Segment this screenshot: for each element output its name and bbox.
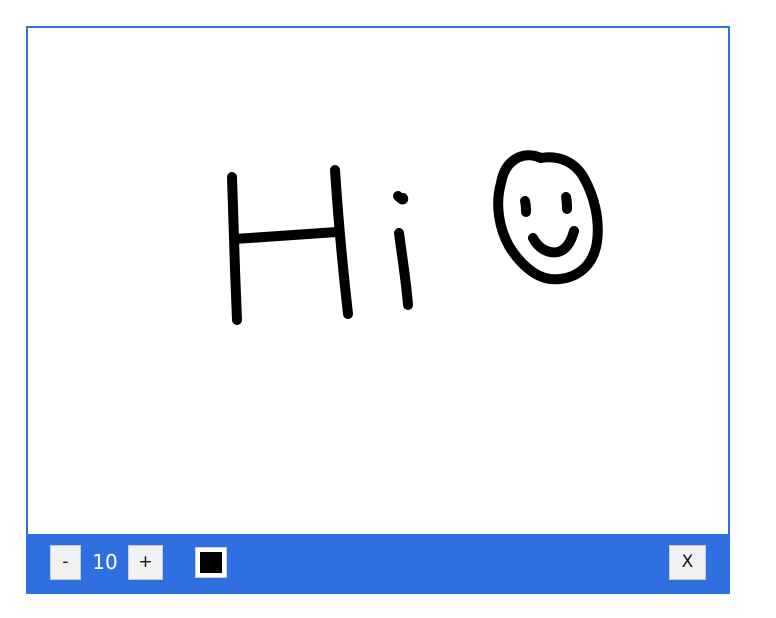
- increase-brush-size-button[interactable]: +: [128, 545, 163, 580]
- stroke-face-right-eye: [561, 192, 572, 214]
- drawing-canvas[interactable]: [28, 28, 728, 534]
- stroke-face-outline: [493, 150, 603, 285]
- stroke-face-smile: [528, 226, 579, 258]
- selected-color-fill: [200, 552, 222, 573]
- stroke-i-dot: [393, 191, 409, 205]
- brush-size-value: 10: [92, 550, 118, 574]
- stroke-i-stem: [394, 228, 413, 310]
- stroke-h-crossbar: [229, 227, 342, 244]
- toolbar: - 10 + X: [28, 534, 728, 592]
- drawing-strokes: [227, 150, 603, 325]
- close-button[interactable]: X: [669, 545, 706, 580]
- stroke-h-left: [227, 172, 242, 325]
- drawing-app: - 10 + X: [26, 26, 730, 594]
- decrease-brush-size-button[interactable]: -: [50, 545, 81, 580]
- color-swatch-icon[interactable]: [195, 547, 227, 578]
- stroke-face-left-eye: [520, 196, 531, 217]
- stroke-h-right: [330, 165, 353, 319]
